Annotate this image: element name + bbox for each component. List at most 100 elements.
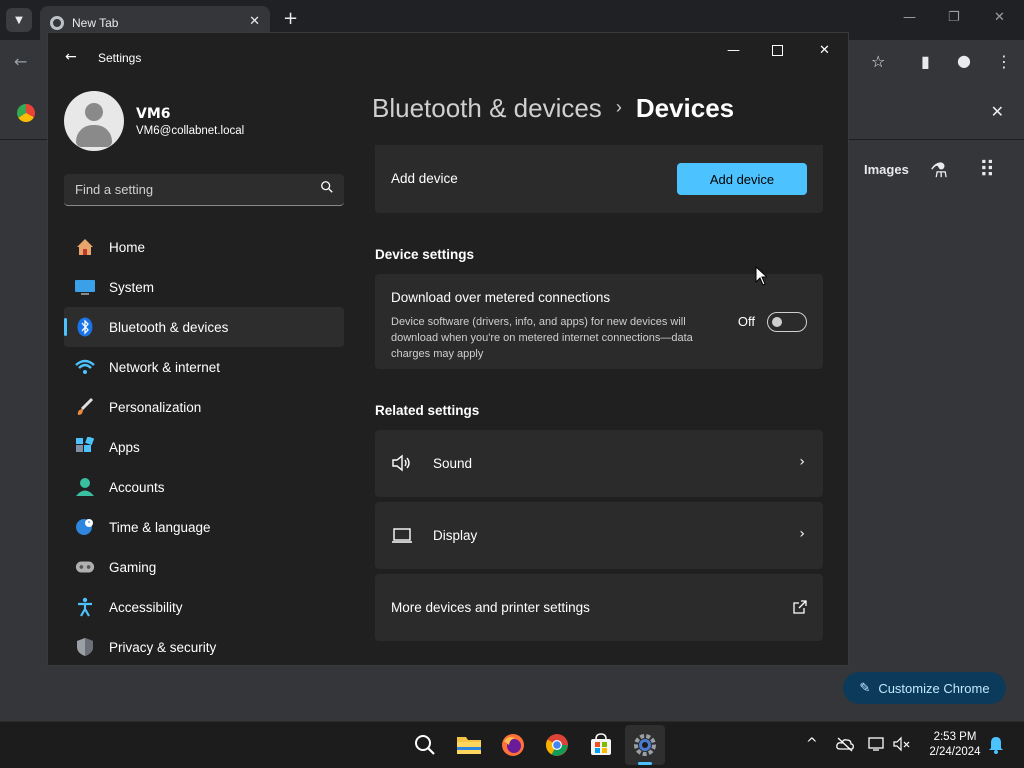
sidebar-item-label: Accessibility	[109, 599, 183, 615]
toggle-state-label: Off	[737, 314, 755, 329]
sidebar-item-gaming[interactable]: Gaming	[64, 547, 344, 587]
related-item-display[interactable]: Display ›	[375, 502, 823, 569]
network-icon[interactable]	[868, 736, 886, 752]
sidebar-item-label: Time & language	[109, 519, 211, 535]
add-device-button[interactable]: Add device	[677, 163, 807, 195]
metered-description: Device software (drivers, info, and apps…	[391, 316, 693, 360]
apps-icon	[75, 437, 95, 457]
side-panel-close-icon[interactable]: ✕	[991, 102, 1004, 121]
profile-name: VM6	[136, 106, 171, 122]
onedrive-icon[interactable]	[836, 736, 854, 752]
sidebar-item-label: Bluetooth & devices	[109, 319, 229, 335]
settings-titlebar: ← Settings — ✕	[48, 33, 848, 81]
speaker-icon	[392, 454, 410, 472]
home-icon	[75, 237, 95, 257]
search-box[interactable]	[64, 174, 344, 206]
accessibility-icon	[75, 597, 95, 617]
profile-email: VM6@collabnet.local	[136, 125, 245, 137]
sidebar-item-bluetooth[interactable]: Bluetooth & devices	[64, 307, 344, 347]
new-tab-button[interactable]: +	[283, 8, 298, 29]
firefox-icon[interactable]	[498, 730, 528, 760]
chrome-minimize-icon[interactable]: —	[903, 10, 916, 25]
back-arrow-icon[interactable]: ←	[14, 52, 27, 71]
sidebar-item-label: Apps	[109, 439, 140, 455]
chrome-close-icon[interactable]: ✕	[994, 10, 1005, 25]
sidebar-nav: Home System Bluetooth & devices Network …	[64, 227, 344, 665]
sidebar-item-apps[interactable]: Apps	[64, 427, 344, 467]
sidebar-item-privacy[interactable]: Privacy & security	[64, 627, 344, 665]
globe-clock-icon	[75, 517, 95, 537]
sidebar-item-time-language[interactable]: Time & language	[64, 507, 344, 547]
taskbar-search-icon[interactable]	[410, 730, 440, 760]
pencil-icon: ✎	[859, 680, 871, 695]
system-icon	[75, 277, 95, 297]
metered-title: Download over metered connections	[391, 290, 611, 305]
device-settings-heading: Device settings	[375, 247, 475, 262]
clock[interactable]: 2:53 PM 2/24/2024	[920, 730, 990, 760]
close-icon[interactable]: ✕	[819, 43, 830, 58]
metered-connections-card: Download over metered connections Device…	[375, 274, 823, 369]
related-item-more-devices[interactable]: More devices and printer settings	[375, 574, 823, 641]
clock-date: 2/24/2024	[929, 746, 981, 758]
customize-chrome-button[interactable]: ✎ Customize Chrome	[843, 672, 1006, 704]
related-settings-heading: Related settings	[375, 403, 480, 418]
chevron-right-icon: ›	[799, 526, 805, 542]
taskbar: ^ 2:53 PM 2/24/2024	[0, 721, 1024, 768]
minimize-icon[interactable]: —	[727, 43, 740, 58]
laptop-icon	[392, 528, 412, 543]
maximize-icon[interactable]	[772, 45, 783, 56]
sidebar-item-system[interactable]: System	[64, 267, 344, 307]
bluetooth-icon	[75, 317, 95, 337]
sidebar-item-label: Personalization	[109, 399, 202, 415]
labs-flask-icon[interactable]: ⚗	[930, 158, 948, 182]
sidebar-item-home[interactable]: Home	[64, 227, 344, 267]
display-label: Display	[433, 528, 478, 543]
sidebar-item-label: System	[109, 279, 155, 295]
metered-toggle[interactable]	[767, 312, 807, 332]
settings-app-icon[interactable]	[625, 725, 665, 765]
chrome-restore-icon[interactable]: ❐	[948, 10, 960, 25]
notification-bell-icon[interactable]	[988, 736, 1004, 754]
external-link-icon	[793, 600, 807, 614]
account-icon	[75, 477, 95, 497]
chevron-right-icon: ›	[799, 454, 805, 470]
add-device-label: Add device	[391, 171, 458, 186]
chrome-icon[interactable]	[542, 730, 572, 760]
sidebar-item-personalization[interactable]: Personalization	[64, 387, 344, 427]
sidebar-item-accounts[interactable]: Accounts	[64, 467, 344, 507]
related-item-sound[interactable]: Sound ›	[375, 430, 823, 497]
microsoft-store-icon[interactable]	[586, 730, 616, 760]
shield-icon	[75, 637, 95, 657]
more-devices-label: More devices and printer settings	[391, 600, 590, 615]
mouse-cursor-icon	[755, 266, 767, 286]
sidebar-item-network[interactable]: Network & internet	[64, 347, 344, 387]
avatar	[64, 91, 124, 151]
volume-muted-icon[interactable]	[893, 736, 911, 752]
page-title: Devices	[635, 93, 735, 123]
show-hidden-icons-chevron-icon[interactable]: ^	[806, 736, 818, 752]
search-icon[interactable]	[320, 180, 334, 194]
sidebar-item-accessibility[interactable]: Accessibility	[64, 587, 344, 627]
bookmark-star-icon[interactable]: ☆	[871, 52, 885, 71]
profile-icon[interactable]: ●	[957, 51, 971, 70]
app-title: Settings	[98, 51, 142, 65]
sidebar-item-label: Home	[109, 239, 146, 255]
file-explorer-icon[interactable]	[454, 730, 484, 760]
tab-close-icon[interactable]: ✕	[249, 14, 260, 29]
chrome-favicon-icon	[50, 16, 64, 30]
tab-search-button[interactable]: ▼	[6, 8, 32, 32]
breadcrumb: Bluetooth & devices › Devices	[372, 93, 734, 124]
google-apps-icon[interactable]: ⠿	[979, 158, 995, 183]
chrome-menu-icon[interactable]: ⋮	[996, 52, 1012, 71]
tab-title: New Tab	[72, 16, 119, 30]
back-arrow-icon[interactable]: ←	[65, 49, 77, 65]
settings-window: ← Settings — ✕ VM6 VM6@collabnet.local H…	[47, 32, 849, 666]
breadcrumb-parent[interactable]: Bluetooth & devices	[372, 93, 602, 123]
sidebar-item-label: Accounts	[109, 479, 165, 495]
search-input[interactable]	[64, 174, 314, 205]
side-panel-icon[interactable]: ▮	[921, 52, 930, 71]
breadcrumb-chevron-icon: ›	[615, 97, 622, 117]
sidebar-item-label: Gaming	[109, 559, 157, 575]
images-link[interactable]: Images	[864, 162, 909, 177]
clock-time: 2:53 PM	[933, 731, 977, 743]
